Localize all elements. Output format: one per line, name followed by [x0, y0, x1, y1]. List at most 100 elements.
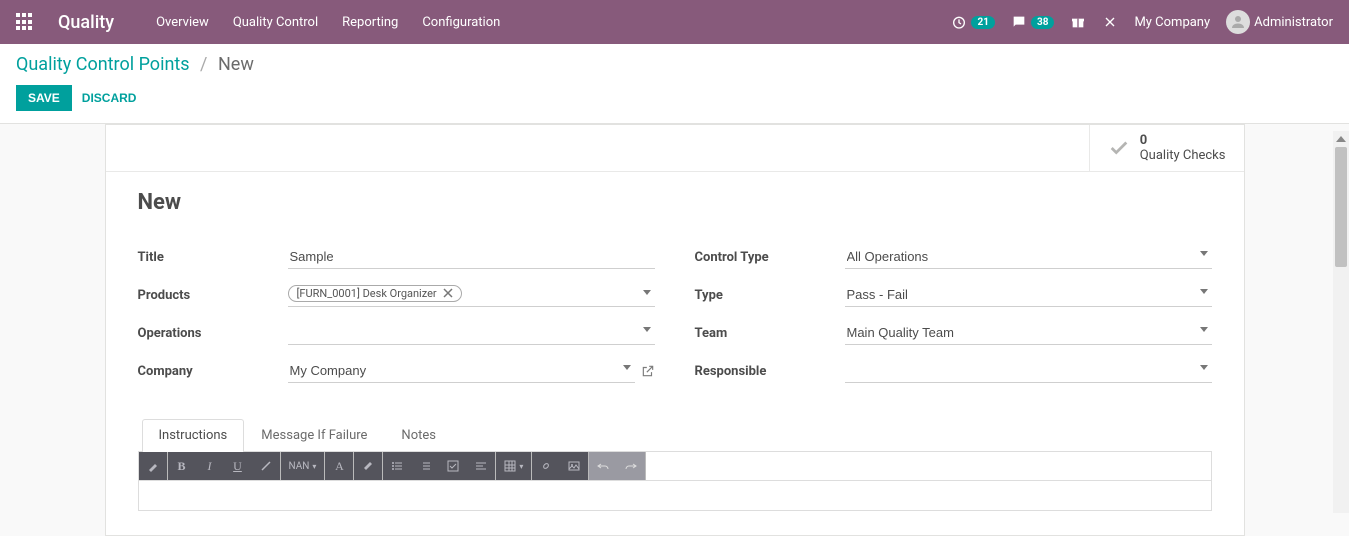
link-icon	[540, 460, 552, 472]
tools-indicator[interactable]	[1102, 14, 1118, 30]
redo-button[interactable]	[617, 452, 645, 480]
row-company: Company	[138, 357, 655, 385]
tab-notes[interactable]: Notes	[384, 419, 453, 451]
breadcrumb-parent[interactable]: Quality Control Points	[16, 54, 190, 75]
strike-icon	[260, 460, 272, 472]
scrollbar[interactable]	[1333, 131, 1349, 513]
align-icon	[475, 460, 487, 472]
nav-menu: Overview Quality Control Reporting Confi…	[156, 15, 500, 30]
notebook-tabs: Instructions Message If Failure Notes	[138, 419, 1212, 452]
row-control-type: Control Type	[695, 243, 1212, 271]
timer-indicator[interactable]: 21	[951, 14, 994, 30]
products-field[interactable]: [FURN_0001] Desk Organizer	[288, 284, 655, 307]
left-col: Title Products [FURN_0001] Desk Organize…	[138, 243, 655, 395]
style-button[interactable]	[139, 452, 167, 480]
undo-icon	[597, 460, 609, 472]
gift-icon	[1070, 14, 1086, 30]
chat-icon	[1011, 14, 1027, 30]
link-button[interactable]	[532, 452, 560, 480]
row-products: Products [FURN_0001] Desk Organizer	[138, 281, 655, 309]
table-icon	[504, 460, 516, 472]
label-type: Type	[695, 288, 845, 303]
nav-overview[interactable]: Overview	[156, 15, 209, 30]
operations-input[interactable]	[288, 321, 655, 345]
tab-message-failure[interactable]: Message If Failure	[244, 419, 384, 451]
scroll-up-icon[interactable]	[1333, 131, 1349, 147]
company-selector[interactable]: My Company	[1134, 15, 1210, 30]
type-input[interactable]	[845, 283, 1212, 307]
forecolor-button[interactable]: A	[325, 452, 353, 480]
row-responsible: Responsible	[695, 357, 1212, 385]
sheet-wrap: 0 Quality Checks New Title Products	[0, 124, 1349, 536]
title-input[interactable]	[288, 245, 655, 269]
gift-indicator[interactable]	[1070, 14, 1086, 30]
nav-reporting[interactable]: Reporting	[342, 15, 398, 30]
app-brand[interactable]: Quality	[58, 12, 114, 33]
underline-button[interactable]: U	[224, 452, 252, 480]
strike-button[interactable]	[252, 452, 280, 480]
control-type-input[interactable]	[845, 245, 1212, 269]
breadcrumb-current: New	[218, 54, 254, 75]
user-name: Administrator	[1254, 15, 1333, 30]
italic-button[interactable]: I	[196, 452, 224, 480]
label-team: Team	[695, 326, 845, 341]
cp-buttons: SAVE DISCARD	[16, 85, 1333, 111]
nav-quality-control[interactable]: Quality Control	[233, 15, 318, 30]
discard-button[interactable]: DISCARD	[82, 91, 137, 105]
row-team: Team	[695, 319, 1212, 347]
undo-button[interactable]	[589, 452, 617, 480]
product-tag: [FURN_0001] Desk Organizer	[288, 285, 462, 302]
close-icon[interactable]	[443, 288, 453, 298]
tab-instructions[interactable]: Instructions	[142, 419, 245, 452]
right-col: Control Type Type Team Responsible	[695, 243, 1212, 395]
bold-button[interactable]: B	[168, 452, 196, 480]
user-menu[interactable]: Administrator	[1226, 10, 1333, 34]
wysiwyg-toolbar: B I U NAN ▾ A	[138, 452, 1212, 481]
checklist-icon	[447, 460, 459, 472]
row-type: Type	[695, 281, 1212, 309]
record-heading: New	[138, 190, 1212, 215]
check-icon	[1108, 137, 1130, 159]
label-responsible: Responsible	[695, 364, 845, 379]
table-button[interactable]: ▾	[496, 452, 531, 480]
label-company: Company	[138, 364, 288, 379]
chat-badge: 38	[1031, 16, 1054, 29]
clear-format-button[interactable]	[354, 452, 382, 480]
pencil-icon	[147, 460, 159, 472]
list-ul-button[interactable]	[383, 452, 411, 480]
button-box: 0 Quality Checks	[106, 125, 1244, 172]
stat-count: 0	[1140, 133, 1226, 148]
apps-icon[interactable]	[16, 13, 34, 31]
label-control-type: Control Type	[695, 250, 845, 265]
align-button[interactable]	[467, 452, 495, 480]
checklist-button[interactable]	[439, 452, 467, 480]
product-tag-label: [FURN_0001] Desk Organizer	[297, 287, 437, 300]
redo-icon	[625, 460, 637, 472]
responsible-input[interactable]	[845, 359, 1212, 383]
stat-text: 0 Quality Checks	[1140, 133, 1226, 163]
external-link-icon[interactable]	[641, 364, 655, 378]
list-ol-icon	[419, 460, 431, 472]
image-button[interactable]	[560, 452, 588, 480]
stat-label: Quality Checks	[1140, 148, 1226, 163]
fontsize-button[interactable]: NAN ▾	[281, 452, 325, 480]
navbar: Quality Overview Quality Control Reporti…	[0, 0, 1349, 44]
timer-badge: 21	[971, 16, 994, 29]
sheet-body: New Title Products [FURN_0001] Desk Orga…	[106, 172, 1244, 535]
discuss-indicator[interactable]: 38	[1011, 14, 1054, 30]
breadcrumb: Quality Control Points / New	[16, 54, 1333, 75]
nav-configuration[interactable]: Configuration	[422, 15, 500, 30]
breadcrumb-sep: /	[200, 54, 207, 75]
editor-body[interactable]	[138, 481, 1212, 511]
team-input[interactable]	[845, 321, 1212, 345]
fontsize-label: NAN	[289, 461, 310, 472]
quality-checks-stat-button[interactable]: 0 Quality Checks	[1089, 125, 1244, 171]
list-ol-button[interactable]	[411, 452, 439, 480]
nav-right: 21 38 My Company Administrator	[951, 10, 1333, 34]
chevron-down-icon	[643, 290, 651, 298]
row-title: Title	[138, 243, 655, 271]
control-panel: Quality Control Points / New SAVE DISCAR…	[0, 44, 1349, 124]
scroll-thumb[interactable]	[1335, 147, 1347, 267]
save-button[interactable]: SAVE	[16, 85, 72, 111]
company-input[interactable]	[288, 359, 635, 383]
